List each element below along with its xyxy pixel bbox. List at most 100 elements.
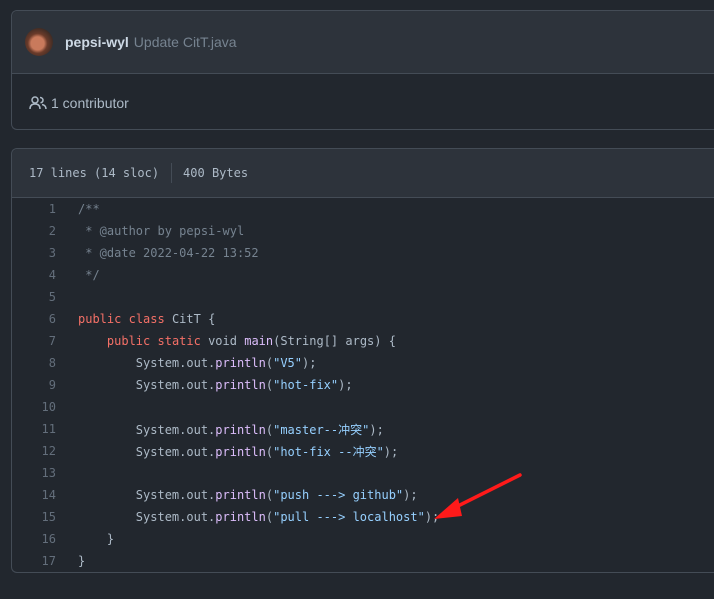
code-token: ); (383, 444, 399, 459)
line-number[interactable]: 13 (12, 466, 78, 480)
code-token: * @date 2022-04-22 13:52 (78, 246, 259, 260)
code-token: ); (403, 488, 418, 502)
file-lines-info: 17 lines (14 sloc) (29, 166, 160, 180)
line-number[interactable]: 14 (12, 488, 78, 502)
code-token: * @author by pepsi-wyl (78, 224, 245, 238)
line-content: System.out.println("hot-fix --冲突"); (78, 443, 398, 460)
code-token: ( (265, 356, 274, 370)
line-number[interactable]: 15 (12, 510, 78, 524)
code-line: 5 (12, 286, 714, 308)
line-content: System.out.println("push ---> github"); (78, 488, 418, 502)
code-token: System.out. (78, 510, 216, 524)
code-token: System.out. (78, 488, 216, 502)
line-number[interactable]: 7 (12, 334, 78, 348)
code-line: 10 (12, 396, 714, 418)
code-token: } (78, 532, 115, 546)
code-line: 12 System.out.println("hot-fix --冲突"); (12, 440, 714, 462)
line-number[interactable]: 17 (12, 554, 78, 568)
code-token: "pull ---> localhost" (273, 510, 425, 524)
code-line: 8 System.out.println("V5"); (12, 352, 714, 374)
code-token: "V5" (273, 356, 302, 370)
file-view-box: 17 lines (14 sloc) 400 Bytes 1/** 2 * @au… (11, 148, 714, 573)
line-number[interactable]: 8 (12, 356, 78, 370)
commit-row: pepsi-wyl Update CitT.java (12, 11, 714, 74)
line-number[interactable]: 3 (12, 246, 78, 260)
code-token: println (215, 378, 266, 392)
code-line: 16 } (12, 528, 714, 550)
code-token: System.out. (78, 444, 216, 459)
code-token: ); (338, 378, 353, 392)
code-token: System.out. (78, 356, 216, 370)
code-line: 3 * @date 2022-04-22 13:52 (12, 242, 714, 264)
code-token: ( (265, 444, 274, 459)
contributors-label: 1 contributor (51, 94, 129, 111)
code-line: 15 System.out.println("pull ---> localho… (12, 506, 714, 528)
line-number[interactable]: 11 (12, 422, 78, 436)
code-token: println (215, 356, 266, 370)
file-info-divider (171, 163, 173, 183)
code-token: System.out. (78, 422, 216, 437)
code-line: 9 System.out.println("hot-fix"); (12, 374, 714, 396)
line-number[interactable]: 5 (12, 290, 78, 304)
code-line: 1/** (12, 198, 714, 220)
line-number[interactable]: 4 (12, 268, 78, 282)
line-content: * @author by pepsi-wyl (78, 224, 244, 238)
code-token: static (157, 334, 201, 348)
code-token: } (78, 554, 86, 568)
commit-message-link[interactable]: Update CitT.java (134, 34, 237, 50)
code-line: 11 System.out.println("master--冲突"); (12, 418, 714, 440)
author-avatar[interactable] (25, 28, 53, 56)
line-number[interactable]: 2 (12, 224, 78, 238)
line-number[interactable]: 1 (12, 202, 78, 216)
code-token: System.out. (78, 378, 216, 392)
code-token: ( (265, 510, 274, 524)
line-content: System.out.println("master--冲突"); (78, 421, 384, 438)
code-token: main (244, 334, 274, 348)
code-token: CitT { (164, 312, 216, 326)
code-token: ( (265, 488, 274, 502)
code-view: 1/** 2 * @author by pepsi-wyl 3 * @date 20… (12, 198, 714, 572)
line-content: System.out.println("pull ---> localhost"… (78, 510, 439, 524)
line-number[interactable]: 10 (12, 400, 78, 414)
code-token: /** (78, 202, 100, 216)
code-token: println (215, 488, 266, 502)
code-token: ( (265, 378, 274, 392)
line-content: } (78, 554, 85, 568)
line-content: public static void main(String[] args) { (78, 334, 396, 348)
code-token: (String[] args) { (273, 334, 396, 348)
line-content: */ (78, 268, 99, 282)
code-line: 17} (12, 550, 714, 572)
code-token: ); (302, 356, 317, 370)
line-number[interactable]: 9 (12, 378, 78, 392)
file-size: 400 Bytes (183, 166, 249, 180)
code-token: println (215, 422, 266, 437)
code-line: 7 public static void main(String[] args)… (12, 330, 714, 352)
file-info-header: 17 lines (14 sloc) 400 Bytes (12, 149, 714, 198)
code-line: 4 */ (12, 264, 714, 286)
code-line: 14 System.out.println("push ---> github"… (12, 484, 714, 506)
line-number[interactable]: 6 (12, 312, 78, 326)
line-number[interactable]: 12 (12, 444, 78, 458)
latest-commit-box: pepsi-wyl Update CitT.java 1 contributor (11, 10, 714, 130)
code-token: "push ---> github" (273, 488, 404, 502)
code-line: 6 public class CitT { (12, 308, 714, 330)
code-token: ); (369, 422, 384, 437)
code-token: "hot-fix --冲突" (273, 444, 384, 459)
code-token: public (78, 312, 122, 326)
line-content: /** (78, 202, 100, 216)
people-icon (29, 95, 47, 109)
code-line: 13 (12, 462, 714, 484)
contributors-row[interactable]: 1 contributor (12, 74, 714, 131)
line-content: } (78, 532, 114, 546)
line-content: * @date 2022-04-22 13:52 (78, 246, 259, 260)
code-token: void (200, 334, 245, 348)
code-token: "hot-fix" (273, 378, 339, 392)
code-token: public (106, 334, 151, 348)
code-token: println (215, 444, 266, 459)
code-token: class (128, 312, 165, 326)
commit-author-link[interactable]: pepsi-wyl (65, 34, 129, 50)
line-number[interactable]: 16 (12, 532, 78, 546)
